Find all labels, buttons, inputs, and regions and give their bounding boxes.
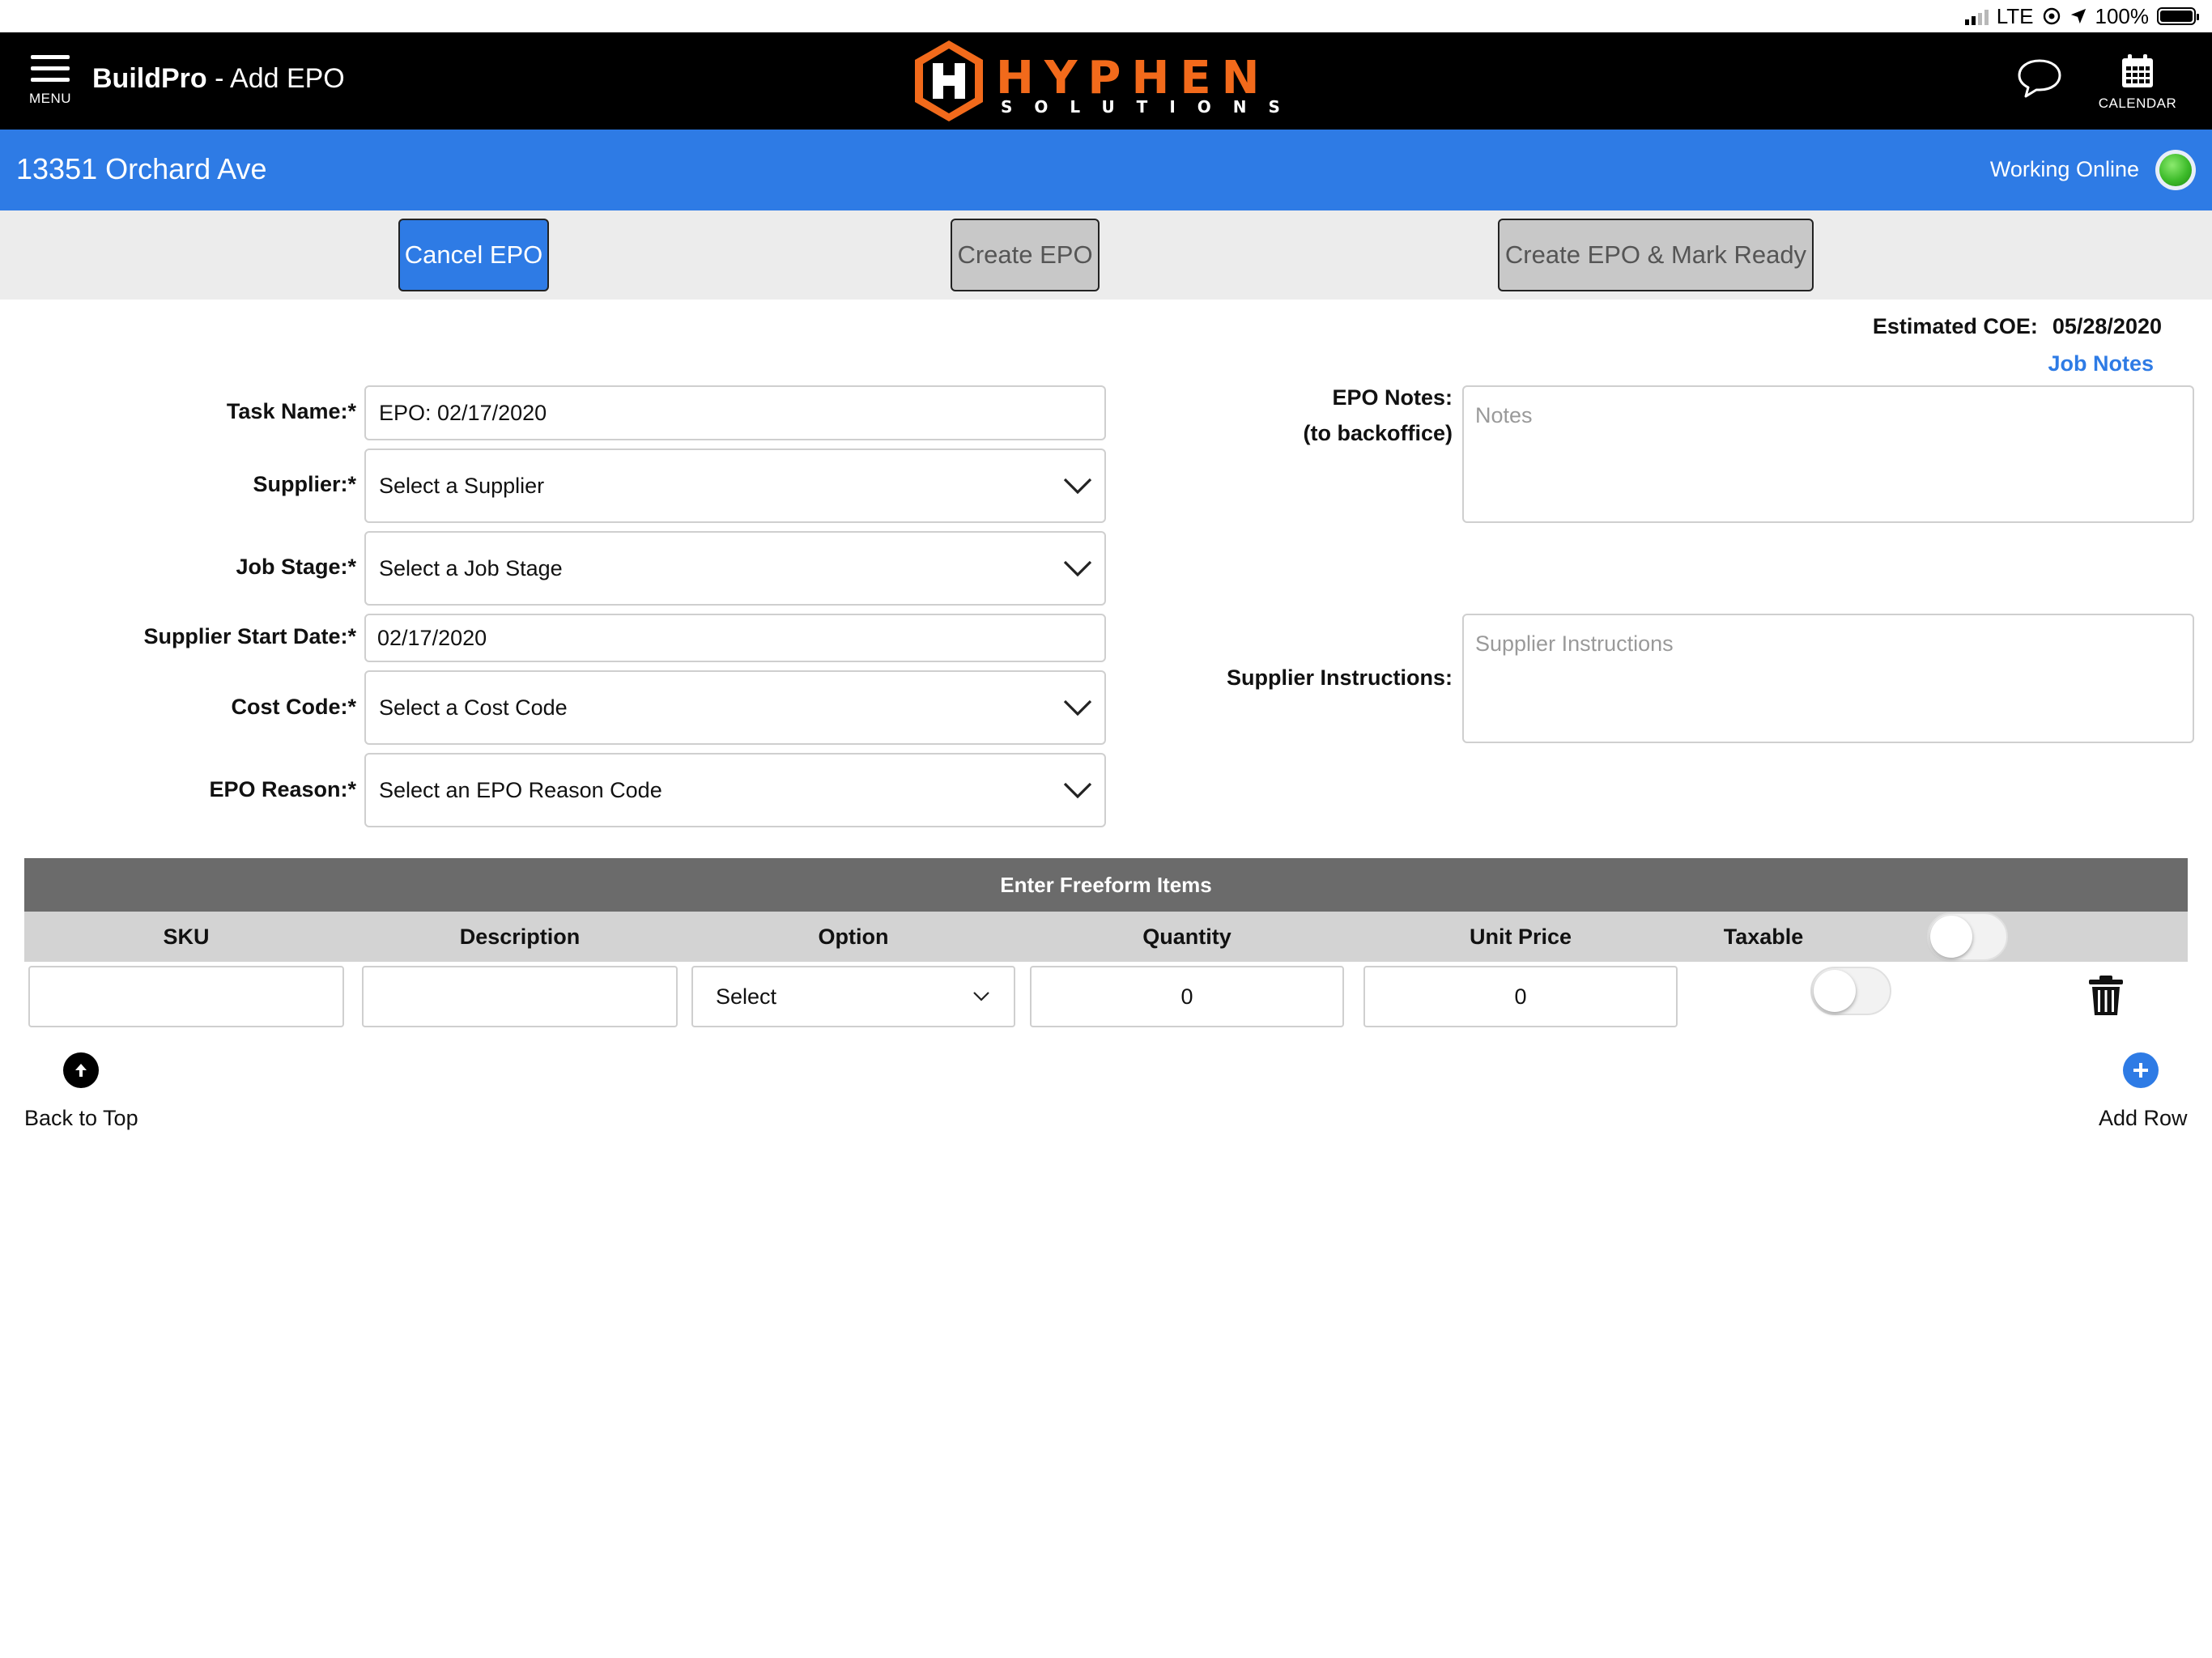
option-select-value: Select bbox=[716, 984, 777, 1009]
epo-notes-sublabel: (to backoffice) bbox=[1303, 421, 1453, 445]
orientation-lock-icon bbox=[2043, 7, 2060, 25]
app-name: BuildPro bbox=[92, 63, 207, 94]
calendar-icon bbox=[2122, 54, 2153, 87]
status-bar: LTE 100% bbox=[0, 0, 2212, 32]
column-header-sku: SKU bbox=[163, 924, 210, 949]
create-epo-mark-ready-button[interactable]: Create EPO & Mark Ready bbox=[1498, 219, 1814, 291]
estimated-coe-label: Estimated COE: bbox=[1872, 314, 2038, 338]
supplier-instructions-label: Supplier Instructions: bbox=[1226, 665, 1453, 690]
epo-notes-label: EPO Notes: bbox=[1332, 385, 1453, 410]
column-header-taxable: Taxable bbox=[1723, 924, 1804, 949]
taxable-toggle[interactable] bbox=[1810, 967, 1891, 1015]
calendar-label: CALENDAR bbox=[2098, 96, 2177, 111]
freeform-items-header: Enter Freeform Items bbox=[24, 858, 2188, 912]
job-stage-select[interactable]: Select a Job Stage bbox=[364, 531, 1106, 606]
app-header: MENU BuildPro - Add EPO HYPHEN SOLUTIONS bbox=[0, 32, 2212, 130]
unit-price-input[interactable]: 0 bbox=[1363, 966, 1678, 1027]
chevron-down-icon bbox=[1063, 478, 1092, 495]
battery-icon bbox=[2157, 7, 2199, 25]
estimated-coe-value: 05/28/2020 bbox=[2052, 314, 2162, 338]
chevron-down-icon bbox=[1063, 699, 1092, 716]
cost-code-select-value: Select a Cost Code bbox=[379, 695, 568, 720]
job-stage-select-value: Select a Job Stage bbox=[379, 555, 563, 580]
epo-notes-textarea[interactable]: Notes bbox=[1462, 385, 2194, 523]
taxable-all-toggle[interactable] bbox=[1927, 912, 2008, 961]
epo-reason-select[interactable]: Select an EPO Reason Code bbox=[364, 753, 1106, 827]
logo-subword: SOLUTIONS bbox=[1001, 97, 1302, 117]
network-label: LTE bbox=[1996, 3, 2034, 28]
chevron-down-icon bbox=[973, 992, 989, 1001]
plus-icon bbox=[2133, 1063, 2148, 1078]
page-name: - Add EPO bbox=[206, 63, 345, 94]
chat-button[interactable] bbox=[2016, 57, 2063, 100]
estimated-coe: Estimated COE: 05/28/2020 bbox=[1873, 314, 2162, 339]
task-name-label: Task Name:* bbox=[226, 399, 356, 423]
create-epo-button[interactable]: Create EPO bbox=[951, 219, 1100, 291]
toggle-knob bbox=[1814, 970, 1856, 1012]
trash-icon[interactable] bbox=[2087, 975, 2125, 1017]
sku-input[interactable] bbox=[28, 966, 344, 1027]
add-row-button[interactable] bbox=[2123, 1052, 2159, 1088]
job-address-bar: 13351 Orchard Ave Working Online bbox=[0, 130, 2212, 210]
calendar-button[interactable]: CALENDAR bbox=[2093, 53, 2182, 115]
signal-icon bbox=[1964, 7, 1989, 25]
supplier-label: Supplier:* bbox=[253, 472, 356, 496]
hamburger-icon bbox=[31, 55, 70, 89]
supplier-start-date-input[interactable]: 02/17/2020 bbox=[364, 614, 1106, 662]
column-header-description: Description bbox=[459, 924, 581, 949]
chevron-down-icon bbox=[1063, 560, 1092, 577]
chat-bubble-icon bbox=[2018, 59, 2061, 98]
quantity-input[interactable]: 0 bbox=[1030, 966, 1344, 1027]
supplier-select-value: Select a Supplier bbox=[379, 473, 545, 498]
hyphen-logo: HYPHEN SOLUTIONS bbox=[912, 39, 1280, 125]
cancel-epo-button[interactable]: Cancel EPO bbox=[398, 219, 549, 291]
add-row-label[interactable]: Add Row bbox=[2099, 1106, 2188, 1131]
toggle-knob bbox=[1930, 916, 1972, 958]
back-to-top-button[interactable] bbox=[63, 1052, 99, 1088]
supplier-start-date-label: Supplier Start Date:* bbox=[143, 624, 356, 648]
job-stage-label: Job Stage:* bbox=[236, 555, 356, 579]
menu-button[interactable]: MENU bbox=[24, 55, 76, 112]
status-bar-indicators: LTE 100% bbox=[1964, 3, 2199, 29]
option-select[interactable]: Select bbox=[691, 966, 1015, 1027]
supplier-select[interactable]: Select a Supplier bbox=[364, 449, 1106, 523]
page-title: BuildPro - Add EPO bbox=[92, 63, 345, 95]
battery-percent: 100% bbox=[2095, 3, 2150, 28]
job-address: 13351 Orchard Ave bbox=[16, 152, 267, 185]
location-icon bbox=[2070, 8, 2086, 24]
task-name-input[interactable]: EPO: 02/17/2020 bbox=[364, 385, 1106, 440]
online-indicator-icon bbox=[2155, 150, 2196, 190]
supplier-instructions-textarea[interactable]: Supplier Instructions bbox=[1462, 614, 2194, 743]
logo-mark-icon bbox=[915, 40, 983, 121]
chevron-down-icon bbox=[1063, 782, 1092, 799]
menu-label: MENU bbox=[28, 91, 72, 106]
column-header-option: Option bbox=[818, 924, 889, 949]
action-bar: Cancel EPO Create EPO Create EPO & Mark … bbox=[0, 210, 2212, 300]
cost-code-select[interactable]: Select a Cost Code bbox=[364, 670, 1106, 745]
arrow-up-icon bbox=[75, 1064, 87, 1077]
epo-reason-label: EPO Reason:* bbox=[209, 777, 356, 801]
connection-status-label: Working Online bbox=[1989, 157, 2139, 181]
freeform-column-headers: SKU Description Option Quantity Unit Pri… bbox=[24, 912, 2188, 962]
back-to-top-label[interactable]: Back to Top bbox=[24, 1106, 138, 1131]
column-header-quantity: Quantity bbox=[1142, 924, 1231, 949]
cost-code-label: Cost Code:* bbox=[231, 695, 357, 719]
epo-reason-select-value: Select an EPO Reason Code bbox=[379, 777, 662, 802]
description-input[interactable] bbox=[362, 966, 678, 1027]
job-notes-link[interactable]: Job Notes bbox=[2048, 351, 2154, 376]
